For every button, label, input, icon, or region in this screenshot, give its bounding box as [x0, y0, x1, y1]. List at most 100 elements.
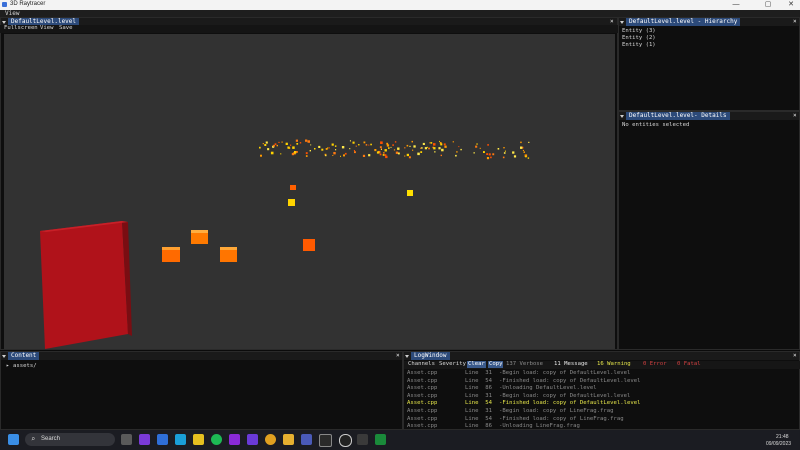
log-row[interactable]: Asset.cpp Line 31 -Begin load: copy of Lin… — [407, 408, 614, 415]
visual-studio-icon[interactable] — [229, 434, 240, 445]
close-tab-button[interactable]: × — [793, 112, 797, 120]
teams-icon[interactable] — [139, 434, 150, 445]
log-row[interactable]: Asset.cpp Line 54 -Finished load: copy of … — [407, 400, 640, 407]
edge-icon[interactable] — [175, 434, 186, 445]
particle — [440, 154, 442, 157]
log-line: Line 31 — [465, 370, 492, 376]
menu-view[interactable]: View — [40, 25, 53, 32]
particle — [321, 148, 324, 151]
tab-dropdown-icon[interactable] — [620, 21, 624, 24]
excel-icon[interactable] — [375, 434, 386, 445]
severity-button[interactable]: Severity — [439, 361, 466, 368]
particle — [492, 153, 495, 156]
verbose-filter[interactable]: 137 Verbose — [506, 361, 543, 368]
tab-hierarchy[interactable]: DefaultLevel.level - Hierarchy — [626, 18, 741, 26]
particle — [503, 152, 506, 154]
particle — [476, 143, 478, 145]
error-filter[interactable]: 0 Error — [643, 361, 667, 368]
app-icon[interactable] — [357, 434, 368, 445]
particle — [520, 141, 522, 144]
log-list[interactable]: Asset.cpp Line 31 -Begin load: copy of Def… — [407, 370, 797, 430]
tab-dropdown-icon[interactable] — [405, 355, 409, 358]
particle — [404, 147, 406, 149]
tab-dropdown-icon[interactable] — [620, 115, 624, 118]
tab-details[interactable]: DefaultLevel.level- Details — [626, 112, 730, 120]
log-row[interactable]: Asset.cpp Line 86 -Unloading LineFrag.frag — [407, 423, 580, 430]
teams-chat-icon[interactable] — [301, 434, 312, 445]
taskbar-search[interactable]: ⌕ Search — [25, 433, 115, 446]
particle — [528, 141, 530, 143]
particle — [390, 146, 392, 148]
particle — [295, 151, 298, 153]
particle — [397, 152, 400, 155]
particle — [276, 144, 278, 147]
particle — [353, 150, 355, 152]
particle — [376, 151, 380, 154]
entity-item[interactable]: Entity (3) — [622, 28, 656, 35]
particle — [343, 154, 345, 157]
entity-item[interactable]: Entity (1) — [622, 42, 656, 49]
log-tabstrip: LogWindow × — [404, 352, 799, 360]
fatal-filter[interactable]: 0 Fatal — [677, 361, 701, 368]
log-line: Line 86 — [465, 423, 492, 430]
log-row[interactable]: Asset.cpp Line 31 -Begin load: copy of Def… — [407, 370, 630, 377]
particle — [260, 154, 262, 157]
particle — [327, 147, 329, 149]
particle — [522, 149, 524, 151]
log-row[interactable]: Asset.cpp Line 31 -Begin load: copy of Def… — [407, 393, 630, 400]
log-row[interactable]: Asset.cpp Line 54 -Finished load: copy of … — [407, 378, 640, 385]
tab-logwindow[interactable]: LogWindow — [411, 352, 450, 360]
entity-item[interactable]: Entity (2) — [622, 35, 656, 42]
yellow-cube — [407, 190, 413, 196]
log-row[interactable]: Asset.cpp Line 86 -Unloading DefaultLevel.… — [407, 385, 597, 392]
message-filter[interactable]: 11 Message — [554, 361, 588, 368]
close-tab-button[interactable]: × — [793, 18, 797, 26]
maximize-button[interactable]: ▢ — [759, 0, 777, 10]
taskview-icon[interactable] — [121, 434, 132, 445]
scene-viewport[interactable] — [4, 34, 615, 349]
particle — [434, 151, 436, 153]
menu-view[interactable]: View — [5, 10, 19, 17]
clock-time[interactable]: 21:48 — [776, 434, 789, 440]
folder-icon[interactable] — [283, 434, 294, 445]
close-tab-button[interactable]: × — [793, 352, 797, 360]
content-tabstrip: Content × — [1, 352, 402, 360]
log-file: Asset.cpp — [407, 423, 438, 430]
log-msg: -Unloading LineFrag.frag — [499, 423, 580, 430]
chrome-icon[interactable] — [265, 434, 276, 445]
particle — [438, 147, 441, 150]
minimize-button[interactable]: — — [727, 0, 745, 10]
spotify-icon[interactable] — [211, 434, 222, 445]
menu-save[interactable]: Save — [59, 25, 72, 32]
vs-code-icon[interactable] — [247, 434, 258, 445]
clock-date[interactable]: 09/09/2023 — [766, 441, 791, 447]
terminal-icon[interactable] — [319, 434, 332, 447]
close-tab-button[interactable]: × — [396, 352, 400, 360]
close-window-button[interactable]: ✕ — [782, 0, 800, 10]
sticky-notes-icon[interactable] — [193, 434, 204, 445]
tree-arrow-icon[interactable]: ▸ — [6, 363, 9, 370]
particle — [406, 144, 409, 147]
clear-button[interactable]: Clear — [467, 361, 486, 368]
channels-button[interactable]: Channels — [408, 361, 435, 368]
copy-button[interactable]: Copy — [488, 361, 504, 368]
particle — [363, 141, 366, 144]
raytracer-app-icon[interactable] — [339, 434, 352, 447]
tab-dropdown-icon[interactable] — [2, 21, 6, 24]
folder-assets[interactable]: assets/ — [13, 363, 37, 370]
particle — [443, 143, 446, 146]
menu-fullscreen[interactable]: Fullscreen — [4, 25, 38, 32]
warning-filter[interactable]: 16 Warning — [597, 361, 631, 368]
tab-content[interactable]: Content — [8, 352, 40, 360]
particle — [325, 154, 327, 157]
particle — [332, 155, 334, 156]
log-msg: -Finished load: copy of DefaultLevel.lev… — [499, 400, 641, 407]
windows-start-icon[interactable] — [8, 434, 19, 445]
particle — [281, 141, 283, 143]
log-row[interactable]: Asset.cpp Line 54 -Finished load: copy of … — [407, 416, 624, 423]
tab-dropdown-icon[interactable] — [2, 355, 6, 358]
particle — [395, 151, 399, 154]
explorer-icon[interactable] — [157, 434, 168, 445]
particle — [455, 154, 457, 157]
particle — [420, 151, 423, 153]
